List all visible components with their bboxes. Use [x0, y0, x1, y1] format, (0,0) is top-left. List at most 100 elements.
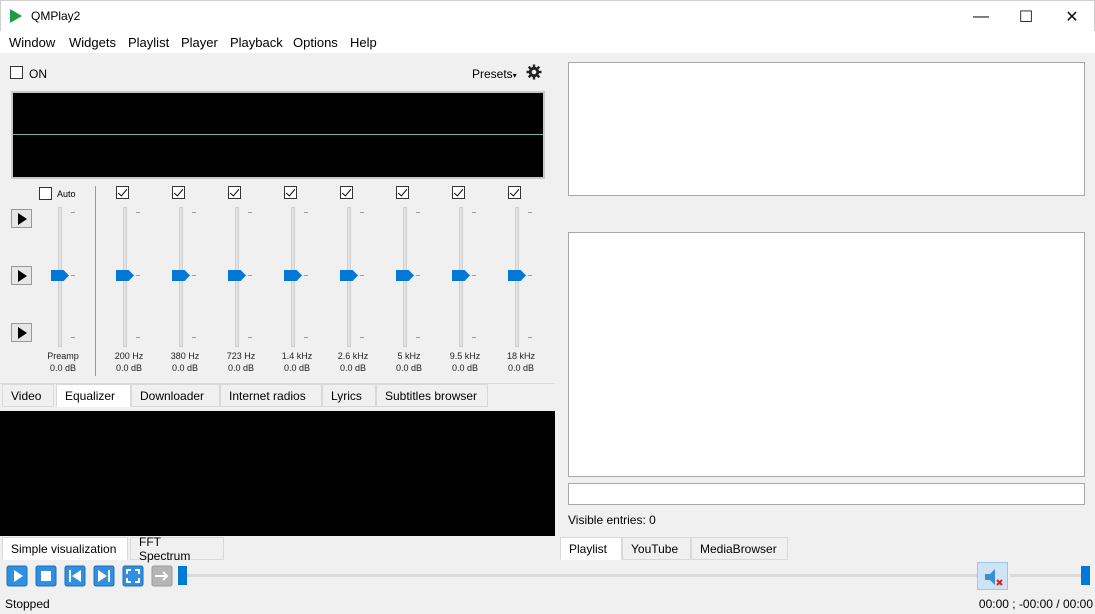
seek-slider-track[interactable]	[182, 574, 978, 577]
menu-playlist[interactable]: Playlist	[128, 35, 169, 50]
menu-options[interactable]: Options	[293, 35, 338, 50]
playback-status: Stopped	[5, 597, 50, 611]
slider-tick	[472, 212, 476, 213]
max-gain-button[interactable]	[11, 209, 32, 228]
playlist-search-input[interactable]	[568, 483, 1085, 505]
band-value: 0.0 dB	[339, 363, 367, 373]
slider-tick	[472, 275, 476, 276]
band-value: 0.0 dB	[115, 363, 143, 373]
slider-tick	[528, 275, 532, 276]
band-200hz-slider-handle[interactable]	[116, 270, 134, 281]
slider-tick	[136, 212, 140, 213]
band-label: 2.6 kHz	[337, 351, 369, 361]
band-723hz-slider-handle[interactable]	[228, 270, 246, 281]
slider-tick	[136, 275, 140, 276]
preamp-slider-handle[interactable]	[51, 270, 69, 281]
band-380hz-checkbox[interactable]	[172, 186, 185, 199]
tab-internet-radios[interactable]: Internet radios	[220, 384, 322, 407]
playlist-view[interactable]	[568, 232, 1085, 477]
previous-icon[interactable]	[64, 565, 86, 587]
band-18khz-checkbox[interactable]	[508, 186, 521, 199]
band-1-4khz-checkbox[interactable]	[284, 186, 297, 199]
tab-lyrics[interactable]: Lyrics	[322, 384, 376, 407]
menu-window[interactable]: Window	[9, 35, 55, 50]
tab-downloader[interactable]: Downloader	[131, 384, 220, 407]
band-380hz-slider-handle[interactable]	[172, 270, 190, 281]
band-value: 0.0 dB	[171, 363, 199, 373]
title-bar: QMPlay2 — ☐ ✕	[0, 0, 1095, 31]
seek-slider-handle[interactable]	[178, 566, 187, 585]
menu-help[interactable]: Help	[350, 35, 377, 50]
volume-slider-handle[interactable]	[1081, 566, 1090, 585]
close-button[interactable]: ✕	[1049, 1, 1095, 32]
band-5khz-checkbox[interactable]	[396, 186, 409, 199]
menu-bar: Window Widgets Playlist Player Playback …	[0, 31, 1095, 53]
band-value: 0.0 dB	[49, 363, 77, 373]
slider-tick	[304, 212, 308, 213]
volume-slider-track[interactable]	[1010, 574, 1086, 577]
gear-icon[interactable]	[526, 64, 542, 80]
slider-tick	[416, 212, 420, 213]
next-in-queue-icon[interactable]	[151, 565, 173, 587]
band-label: 9.5 kHz	[449, 351, 481, 361]
auto-preamp-checkbox[interactable]	[39, 187, 52, 200]
tab-video[interactable]: Video	[2, 384, 54, 407]
band-2-6khz-slider-handle[interactable]	[340, 270, 358, 281]
stop-icon[interactable]	[35, 565, 57, 587]
slider-tick	[360, 337, 364, 338]
reset-gain-button[interactable]	[11, 266, 32, 285]
band-9-5khz-slider-handle[interactable]	[452, 270, 470, 281]
tab-mediabrowser[interactable]: MediaBrowser	[691, 537, 788, 560]
speaker-muted-icon	[985, 569, 1003, 586]
presets-label: Presets	[472, 67, 513, 81]
band-18khz-slider-handle[interactable]	[508, 270, 526, 281]
band-2-6khz-checkbox[interactable]	[340, 186, 353, 199]
min-gain-button[interactable]	[11, 323, 32, 342]
maximize-button[interactable]: ☐	[1003, 1, 1049, 32]
next-icon[interactable]	[93, 565, 115, 587]
tab-playlist[interactable]: Playlist	[560, 537, 622, 560]
band-value: 0.0 dB	[507, 363, 535, 373]
slider-tick	[136, 337, 140, 338]
band-value: 0.0 dB	[451, 363, 479, 373]
slider-tick	[304, 275, 308, 276]
band-723hz-checkbox[interactable]	[228, 186, 241, 199]
band-label: 723 Hz	[226, 351, 256, 361]
menu-playback[interactable]: Playback	[230, 35, 283, 50]
band-200hz-checkbox[interactable]	[116, 186, 129, 199]
slider-tick	[528, 337, 532, 338]
slider-tick	[71, 212, 75, 213]
slider-tick	[472, 337, 476, 338]
slider-tick	[192, 212, 196, 213]
minimize-button[interactable]: —	[958, 1, 1004, 32]
auto-label: Auto	[57, 189, 76, 199]
slider-tick	[192, 337, 196, 338]
band-9-5khz-checkbox[interactable]	[452, 186, 465, 199]
band-1-4khz-slider-handle[interactable]	[284, 270, 302, 281]
equalizer-on-checkbox[interactable]	[10, 66, 23, 79]
chevron-down-icon: ▾	[512, 71, 517, 80]
equalizer-on-label: ON	[29, 67, 47, 81]
equalizer-graph	[11, 91, 545, 179]
menu-player[interactable]: Player	[181, 35, 218, 50]
tab-fft-spectrum[interactable]: FFT Spectrum	[130, 535, 224, 563]
mute-button[interactable]	[977, 562, 1008, 590]
slider-tick	[248, 212, 252, 213]
fullscreen-icon[interactable]	[122, 565, 144, 587]
play-icon[interactable]	[6, 565, 28, 587]
tab-simple-visualization[interactable]: Simple visualization	[2, 537, 128, 560]
presets-button[interactable]: Presets▾	[472, 67, 517, 81]
band-label: 18 kHz	[506, 351, 535, 361]
slider-tick	[248, 275, 252, 276]
slider-tick	[416, 275, 420, 276]
visualization-display	[0, 411, 555, 536]
band-5khz-slider-handle[interactable]	[396, 270, 414, 281]
menu-widgets[interactable]: Widgets	[69, 35, 116, 50]
tab-youtube[interactable]: YouTube	[622, 537, 691, 560]
tab-equalizer[interactable]: Equalizer	[56, 384, 131, 407]
tab-subtitles-browser[interactable]: Subtitles browser	[376, 384, 488, 407]
band-label: Preamp	[47, 351, 79, 361]
band-value: 0.0 dB	[395, 363, 423, 373]
slider-tick	[192, 275, 196, 276]
visible-entries-label: Visible entries: 0	[568, 513, 656, 527]
